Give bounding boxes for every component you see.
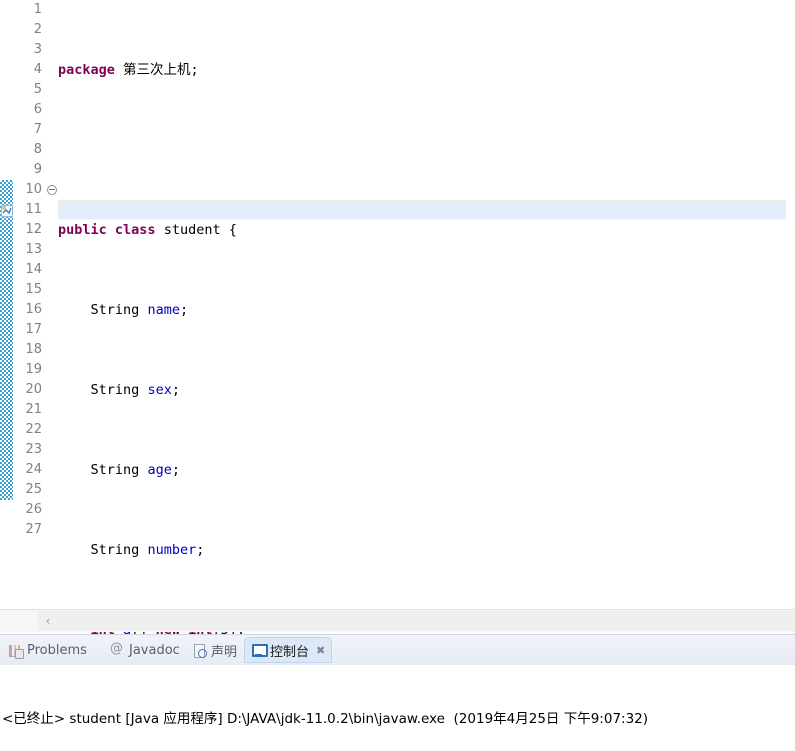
line-number: 1 (33, 2, 42, 17)
line-number: 20 (25, 382, 42, 397)
tab-label: 声明 (211, 644, 238, 660)
code-line: String sex; (58, 380, 795, 400)
tab-label: Problems (27, 642, 87, 658)
token-punct: { (228, 222, 237, 238)
token-type: String (90, 462, 140, 478)
tab-declaration[interactable]: 声明 (186, 637, 243, 663)
token-type: String (90, 542, 140, 558)
declaration-icon (192, 643, 207, 658)
tab-javadoc[interactable]: Javadoc (104, 637, 186, 663)
line-number: 2 (33, 22, 42, 37)
tab-label: 控制台 (270, 644, 310, 660)
code-folding-column[interactable] (46, 0, 58, 612)
line-number: 22 (25, 422, 42, 437)
line-number: 6 (33, 102, 42, 117)
console-icon (251, 643, 268, 658)
console-output-area[interactable]: <已终止> student [Java 应用程序] D:\JAVA\jdk-11… (0, 665, 795, 751)
close-icon[interactable]: ✖ (316, 644, 325, 657)
token-punct: ; (196, 542, 205, 558)
tab-label: Javadoc (129, 642, 180, 658)
line-number: 4 (33, 62, 42, 77)
line-number: 25 (25, 482, 42, 497)
line-number: 7 (33, 122, 42, 137)
token-punct: ; (171, 382, 180, 398)
code-line: String name; (58, 300, 795, 320)
token-punct: ; (179, 302, 189, 318)
line-number-gutter[interactable]: 1 2 3 4 5 6 7 8 9 10 11 12 13 14 15 16 1… (13, 0, 47, 612)
line-number: 11 (25, 202, 42, 217)
line-number: 9 (33, 162, 42, 177)
line-number: 18 (25, 342, 42, 357)
line-number: 24 (25, 462, 42, 477)
code-line: public class student { (58, 220, 795, 240)
line-number: 12 (25, 222, 42, 237)
scroll-left-arrow-icon[interactable]: ‹ (40, 613, 56, 629)
line-number: 5 (33, 82, 42, 97)
line-number: 17 (25, 322, 42, 337)
line-number: 27 (25, 522, 42, 537)
token-keyword: package (58, 62, 115, 78)
editor-horizontal-scrollbar[interactable]: ‹ (0, 609, 795, 632)
token-class-name: student (163, 222, 221, 238)
token-type: String (90, 302, 140, 318)
view-tab-bar[interactable]: Problems Javadoc 声明 控制台 ✖ (0, 635, 795, 665)
token-type: String (90, 382, 140, 398)
code-area[interactable]: 1 2 3 4 5 6 7 8 9 10 11 12 13 14 15 16 1… (0, 0, 795, 634)
change-bar (0, 180, 13, 500)
token-field: name (147, 302, 180, 318)
line-number: 14 (25, 262, 42, 277)
token-keyword: public class (58, 222, 156, 238)
console-launch-header: <已终止> student [Java 应用程序] D:\JAVA\jdk-11… (2, 711, 649, 727)
line-number: 15 (25, 282, 42, 297)
code-line: String number; (58, 540, 795, 560)
code-line: String age; (58, 460, 795, 480)
token-field: sex (147, 382, 172, 398)
line-number: 10 (25, 182, 42, 197)
problems-icon (8, 643, 24, 659)
line-number: 26 (25, 502, 42, 517)
tab-problems[interactable]: Problems (2, 637, 93, 663)
line-number: 3 (33, 42, 42, 57)
bottom-view-panel[interactable]: Problems Javadoc 声明 控制台 ✖ <已终止> student … (0, 634, 795, 751)
line-number: 16 (25, 302, 42, 317)
line-number: 23 (25, 442, 42, 457)
token-punct: ; (190, 62, 199, 78)
line-number: 13 (25, 242, 42, 257)
token-package-name: 第三次上机 (123, 62, 191, 78)
todo-task-marker-icon[interactable] (1, 203, 13, 217)
source-code-text[interactable]: package 第三次上机; public class student { St… (58, 0, 795, 634)
token-field: number (147, 542, 197, 558)
token-punct: ; (171, 462, 180, 478)
tab-console[interactable]: 控制台 ✖ (244, 637, 333, 663)
scrollbar-track[interactable] (38, 611, 795, 631)
javadoc-icon (110, 641, 125, 658)
line-number: 19 (25, 362, 42, 377)
code-line: package 第三次上机; (58, 60, 795, 80)
marker-change-bar-column[interactable] (0, 0, 14, 612)
fold-collapse-icon[interactable] (47, 185, 57, 195)
token-field: age (147, 462, 172, 478)
line-number: 8 (33, 142, 42, 157)
line-number: 21 (25, 402, 42, 417)
code-editor-pane[interactable]: 1 2 3 4 5 6 7 8 9 10 11 12 13 14 15 16 1… (0, 0, 795, 634)
